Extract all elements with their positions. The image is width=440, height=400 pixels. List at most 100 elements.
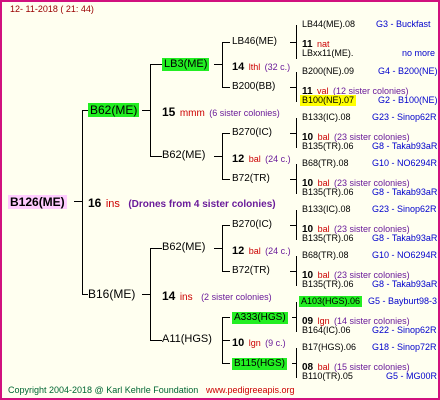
connector-line xyxy=(222,363,230,364)
connector-line xyxy=(222,87,230,88)
node-b200-bb[interactable]: B200(BB) xyxy=(232,82,275,92)
connector-line xyxy=(82,110,83,294)
node-b135-tr[interactable]: B135(TR).06 xyxy=(302,188,354,197)
connector-line xyxy=(222,133,223,179)
connector-line xyxy=(222,179,230,180)
origin-label: G10 - NO6294R xyxy=(372,158,438,168)
node-b270-ic[interactable]: B270(IC) xyxy=(232,128,272,138)
connector-line xyxy=(296,164,297,194)
drone-label: 10 xyxy=(232,337,245,349)
drone-note: (24 c.) xyxy=(265,246,291,256)
drone-note: (2 sister colonies) xyxy=(201,292,272,302)
origin-label: G23 - Sinop62R xyxy=(372,204,437,214)
drone-info-a11: 10 lgn (9 c.) xyxy=(232,334,286,350)
connector-line xyxy=(222,317,230,318)
connector-line xyxy=(296,25,297,59)
timestamp: 12- 11-2018 ( 21: 44) xyxy=(10,4,94,14)
node-b62-me-3[interactable]: B62(ME) xyxy=(162,242,205,253)
connector-line xyxy=(150,64,162,65)
connector-line xyxy=(222,42,223,87)
drone-note: (32 c.) xyxy=(264,62,291,72)
origin-label: G5 - MG00R xyxy=(386,371,438,381)
drone-info-b16: 14 ins (2 sister colonies) xyxy=(162,288,272,304)
drone-label: 16 xyxy=(88,196,102,210)
connector-line xyxy=(296,256,297,286)
drone-info-root: 16 ins (Drones from 4 sister colonies) xyxy=(88,195,276,211)
connector-line xyxy=(222,271,230,272)
drone-info-b62a: 12 bal (24 c.) xyxy=(232,150,291,166)
node-b62-me-2[interactable]: B62(ME) xyxy=(162,150,205,161)
node-b133-ic[interactable]: B133(IC).08 xyxy=(302,113,351,122)
node-b110-tr[interactable]: B110(TR).05 xyxy=(302,372,353,381)
node-b72-tr-2[interactable]: B72(TR) xyxy=(232,266,270,276)
drone-note: (6 sister colonies) xyxy=(209,108,280,118)
node-b16-me[interactable]: B16(ME) xyxy=(88,288,135,300)
node-b164-ic[interactable]: B164(IC).06 xyxy=(302,326,351,335)
connector-line xyxy=(296,348,297,378)
drone-label: 14 xyxy=(232,61,245,73)
node-b68-tr[interactable]: B68(TR).08 xyxy=(302,159,349,168)
connector-line xyxy=(74,201,82,202)
site-link[interactable]: www.pedigreeapis.org xyxy=(206,386,295,395)
drone-info-b62b: 12 bal (24 c.) xyxy=(232,242,291,258)
drone-note: (Drones from 4 sister colonies) xyxy=(128,199,276,210)
drone-info-lb3: 14 lthl (32 c.) xyxy=(232,58,290,74)
origin-label: G8 - Takab93aR xyxy=(372,279,438,289)
connector-line xyxy=(296,118,297,148)
connector-line xyxy=(150,64,151,156)
connector-line xyxy=(222,42,230,43)
node-b133-ic[interactable]: B133(IC).08 xyxy=(302,205,351,214)
connector-line xyxy=(142,294,150,295)
drone-info-b62: 15 mmm (6 sister colonies) xyxy=(162,104,280,120)
node-lbxx11-me[interactable]: LBxx11(ME). xyxy=(302,49,353,58)
connector-line xyxy=(214,64,222,65)
drone-note: (24 c.) xyxy=(265,154,291,164)
node-b135-tr[interactable]: B135(TR).06 xyxy=(302,234,354,243)
origin-label: G23 - Sinop62R xyxy=(372,112,437,122)
connector-line xyxy=(296,72,297,102)
node-a103-hgs[interactable]: A103(HGS).06 xyxy=(299,296,363,307)
node-a11-hgs[interactable]: A11(HGS) xyxy=(162,334,212,345)
node-lb44-me[interactable]: LB44(ME).08 xyxy=(302,20,355,29)
node-b62-me[interactable]: B62(ME) xyxy=(88,103,140,117)
node-b135-tr[interactable]: B135(TR).06 xyxy=(302,142,354,151)
connector-line xyxy=(222,225,223,271)
drone-code: lgn xyxy=(248,338,261,348)
origin-label: G3 - Buckfast xyxy=(376,19,431,29)
drone-label: 15 xyxy=(162,105,176,119)
root-node[interactable]: B126(ME) xyxy=(8,195,67,209)
origin-label: G4 - B200(NE) xyxy=(378,66,438,76)
node-lb46-me[interactable]: LB46(ME) xyxy=(232,37,277,47)
node-b115-hgs[interactable]: B115(HGS) xyxy=(232,358,287,370)
node-b200-ne[interactable]: B200(NE).09 xyxy=(302,67,354,76)
node-b72-tr[interactable]: B72(TR) xyxy=(232,174,270,184)
connector-line xyxy=(222,133,230,134)
connector-line xyxy=(214,156,222,157)
node-b270-ic-2[interactable]: B270(IC) xyxy=(232,220,272,230)
connector-line xyxy=(222,317,223,363)
drone-code: bal xyxy=(248,154,261,164)
origin-label: G8 - Takab93aR xyxy=(372,141,438,151)
connector-line xyxy=(150,156,162,157)
connector-line xyxy=(150,248,162,249)
drone-code: bal xyxy=(248,246,261,256)
node-b100-ne[interactable]: B100(NE).07 xyxy=(300,95,357,106)
origin-label: G18 - Sinop72R xyxy=(372,342,437,352)
connector-line xyxy=(222,340,230,341)
connector-line xyxy=(142,110,150,111)
drone-code: ins xyxy=(105,198,120,210)
drone-note: (9 c.) xyxy=(265,338,286,348)
origin-label: G8 - Takab93aR xyxy=(372,187,438,197)
origin-label: G2 - B100(NE) xyxy=(378,95,438,105)
node-lb3-me[interactable]: LB3(ME) xyxy=(162,58,210,71)
drone-code: ins xyxy=(179,292,193,303)
origin-label: G5 - Bayburt98-3 xyxy=(368,296,438,306)
node-b68-tr[interactable]: B68(TR).08 xyxy=(302,251,349,260)
node-b135-tr[interactable]: B135(TR).06 xyxy=(302,280,354,289)
node-b17-hgs[interactable]: B17(HGS).06 xyxy=(302,343,356,352)
origin-label: G10 - NO6294R xyxy=(372,250,438,260)
copyright: Copyright 2004-2018 @ Karl Kehrle Founda… xyxy=(8,385,199,395)
origin-label: G8 - Takab93aR xyxy=(372,233,438,243)
node-a333-hgs[interactable]: A333(HGS) xyxy=(232,312,288,324)
connector-line xyxy=(222,225,230,226)
